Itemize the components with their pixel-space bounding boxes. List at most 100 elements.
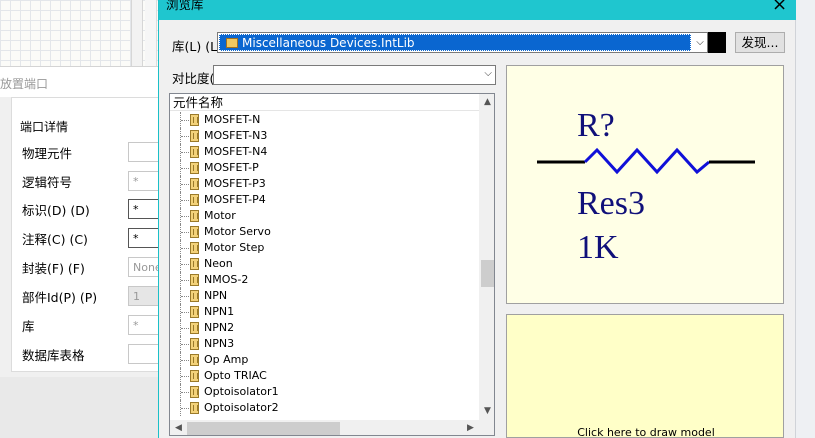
library-select[interactable]: Miscellaneous Devices.IntLib ⌵ [217,32,708,53]
list-item[interactable]: NPN [170,288,479,304]
footprint-field[interactable]: None [128,257,162,277]
label-comment: 注释(C) (C) [22,232,88,247]
scroll-down-icon[interactable]: ▼ [479,403,494,420]
right-panel-edge [795,0,815,438]
chevron-down-icon[interactable]: ⌵ [484,68,492,79]
list-item[interactable]: MOSFET-N4 [170,144,479,160]
component-name: Opto TRIAC [204,369,267,382]
list-item[interactable]: Optoisolator1 [170,384,479,400]
component-list[interactable]: 元件名称 MOSFET-N MOSFET-N3 MOSFET-N4 MOSFET… [169,93,495,436]
component-name: Op Amp [204,353,249,366]
library-label: 库(L) (L) [172,39,222,54]
horizontal-scroll-thumb[interactable] [187,422,340,435]
component-list-items: MOSFET-N MOSFET-N3 MOSFET-N4 MOSFET-P MO… [170,112,479,416]
chevron-down-icon[interactable]: ⌵ [693,34,707,51]
component-icon [190,162,199,174]
list-item[interactable]: Motor [170,208,479,224]
component-icon [190,306,199,318]
component-name: MOSFET-P3 [204,177,266,190]
component-name: Motor [204,209,236,222]
list-item[interactable]: MOSFET-P [170,160,479,176]
label-part-id: 部件Id(P) (P) [22,290,98,305]
component-icon [190,338,199,350]
list-item[interactable]: NPN3 [170,336,479,352]
component-icon [190,354,199,366]
compare-input[interactable]: ⌵ [213,65,496,85]
component-name: NPN1 [204,305,235,318]
component-icon [190,242,199,254]
canvas-panel-edge [131,0,143,70]
component-icon [190,210,199,222]
label-footprint: 封装(F) (F) [22,261,85,276]
component-name: MOSFET-P [204,161,259,174]
component-name: NPN [204,289,228,302]
comment-field[interactable]: * [128,228,162,248]
logical-symbol-field[interactable]: * [128,171,162,191]
list-item[interactable]: Opto TRIAC [170,368,479,384]
preview-designator: R? [577,107,615,144]
component-icon [190,386,199,398]
vertical-scrollbar[interactable]: ▲ ▼ [479,94,494,420]
database-table-field[interactable] [128,344,162,364]
part-id-field[interactable]: 1 [128,286,162,306]
component-icon [190,402,199,414]
list-item[interactable]: MOSFET-P3 [170,176,479,192]
library-color-swatch [708,32,726,53]
component-name: Motor Step [204,241,265,254]
list-item[interactable]: MOSFET-N [170,112,479,128]
component-name-column-header[interactable]: 元件名称 [170,94,479,111]
list-item[interactable]: Op Amp [170,352,479,368]
list-item[interactable]: Neon [170,256,479,272]
find-button[interactable]: 发现... [735,32,785,53]
preview-value: 1K [577,229,619,266]
list-item[interactable]: NMOS-2 [170,272,479,288]
component-icon [190,194,199,206]
symbol-preview: R? Res3 1K [506,65,784,304]
library-field[interactable]: * [128,315,162,335]
component-icon [190,130,199,142]
resistor-symbol: R? Res3 1K [537,107,755,266]
component-icon [190,274,199,286]
model-hint[interactable]: Click here to draw model [507,426,785,438]
list-item[interactable]: MOSFET-N3 [170,128,479,144]
library-select-text: Miscellaneous Devices.IntLib [242,36,415,50]
designator-field[interactable]: * [128,199,162,219]
close-icon[interactable]: × [772,0,787,15]
place-port-title: 放置端口 [0,67,162,97]
component-name: MOSFET-P4 [204,193,266,206]
component-icon [190,290,199,302]
component-name: MOSFET-N [204,113,261,126]
physical-component-field[interactable] [128,142,162,162]
model-preview[interactable]: Click here to draw model [506,314,784,438]
label-library: 库 [22,319,35,334]
label-database-table: 数据库表格 [22,348,85,363]
component-name: NPN3 [204,337,235,350]
component-name: Neon [204,257,233,270]
component-icon [190,370,199,382]
list-item[interactable]: NPN1 [170,304,479,320]
component-name: MOSFET-N3 [204,129,268,142]
component-icon [190,322,199,334]
library-select-value: Miscellaneous Devices.IntLib [219,34,691,51]
list-item[interactable]: Motor Servo [170,224,479,240]
list-item[interactable]: Optoisolator2 [170,400,479,416]
component-name: Optoisolator1 [204,385,279,398]
list-item[interactable]: Motor Step [170,240,479,256]
label-designator: 标识(D) (D) [22,203,90,218]
place-port-dialog: 放置端口 端口详情 物理元件 逻辑符号 * 标识(D) (D) * 注释(C) … [0,66,162,438]
compare-label: 对比度( [172,71,215,86]
vertical-scroll-thumb[interactable] [481,260,494,287]
library-icon [226,38,238,48]
horizontal-scrollbar[interactable]: ◀ ▶ [170,420,479,435]
component-icon [190,178,199,190]
list-item[interactable]: MOSFET-P4 [170,192,479,208]
scroll-up-icon[interactable]: ▲ [479,94,494,111]
scroll-right-icon[interactable]: ▶ [462,420,479,435]
scroll-left-icon[interactable]: ◀ [170,420,187,435]
browse-library-dialog: 浏览库 × 库(L) (L) Miscellaneous Devices.Int… [158,0,796,438]
component-name: Motor Servo [204,225,271,238]
list-item[interactable]: NPN2 [170,320,479,336]
scrollbar-corner [479,420,494,435]
place-port-footer [0,377,162,438]
browse-library-title-bar[interactable]: 浏览库 [159,0,796,20]
